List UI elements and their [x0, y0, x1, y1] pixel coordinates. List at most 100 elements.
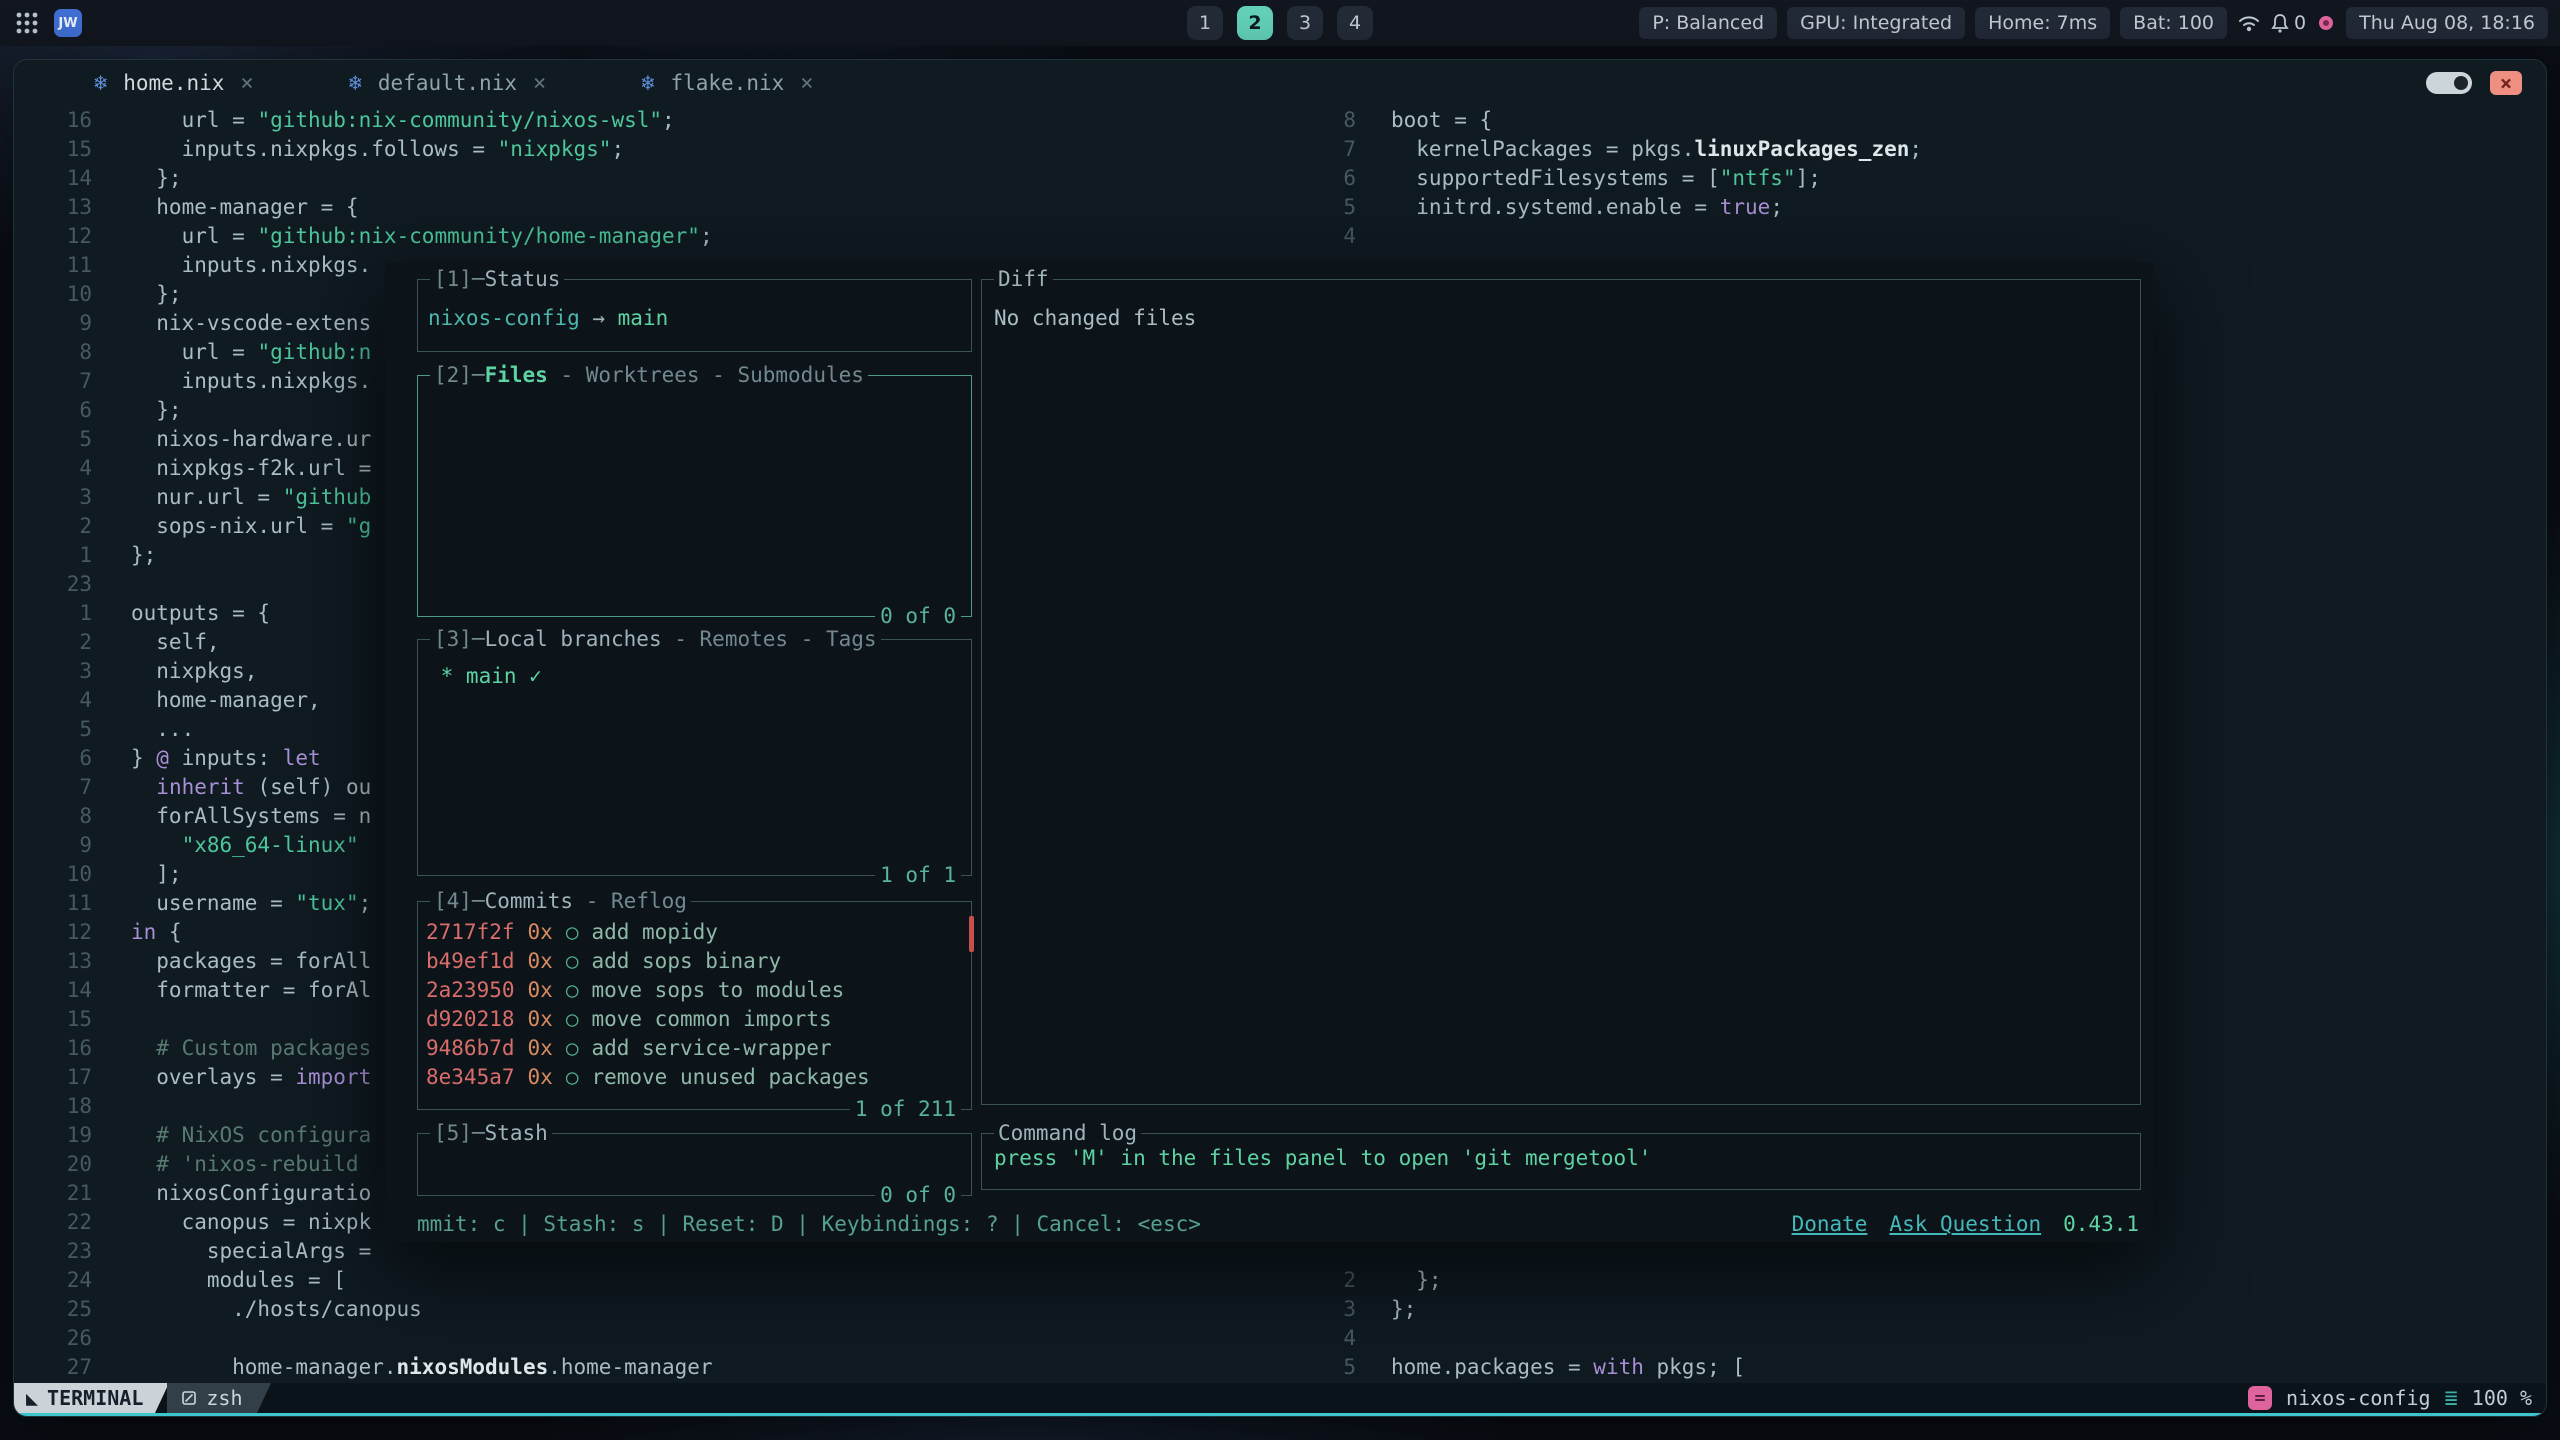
panel-tab-files[interactable]: Files: [485, 363, 548, 387]
editor-tab[interactable]: ❄flake.nix×: [641, 71, 813, 96]
commit-row[interactable]: 2a239500x○move sops to modules: [426, 976, 971, 1005]
line-number: 2: [14, 628, 92, 657]
commits-scrollbar[interactable]: [969, 916, 974, 952]
code-token: "g: [346, 514, 371, 538]
code-token: supportedFilesystems = [: [1391, 166, 1720, 190]
lazygit-status-panel[interactable]: [1]─Status nixos-config → main: [417, 279, 972, 352]
code-line[interactable]: 14 };: [14, 164, 1354, 193]
lazygit-files-panel[interactable]: [2]─Files - Worktrees - Submodules 0 of …: [417, 375, 972, 617]
commit-message: move common imports: [591, 1005, 831, 1034]
tab-label: flake.nix: [670, 71, 784, 95]
code-line[interactable]: 12 url = "github:nix-community/home-mana…: [14, 222, 1354, 251]
panel-tab-tags[interactable]: Tags: [826, 627, 877, 651]
line-number: 5: [1304, 1353, 1356, 1382]
workspace-button-4[interactable]: 4: [1337, 6, 1373, 40]
tab-close-icon[interactable]: ×: [800, 71, 813, 96]
panel-tab-commits[interactable]: Commits: [485, 889, 574, 913]
code-line[interactable]: 26: [14, 1324, 1354, 1353]
command-log-title: Command log: [994, 1119, 1141, 1148]
commit-hash: 8e345a7: [426, 1063, 515, 1092]
focused-app-badge[interactable]: JW: [54, 9, 82, 37]
commit-row[interactable]: b49ef1d0x○add sops binary: [426, 947, 971, 976]
code-line[interactable]: 27 home-manager.nixosModules.home-manage…: [14, 1353, 1354, 1382]
code-text: ...: [92, 717, 194, 741]
panel-tab-stash[interactable]: Stash: [485, 1121, 548, 1145]
code-token: inputs.nixpkgs.: [131, 253, 371, 277]
code-text: # Custom packages: [92, 1036, 371, 1060]
code-line[interactable]: 4: [1304, 1324, 2524, 1353]
line-number: 22: [14, 1208, 92, 1237]
commit-row[interactable]: 8e345a70x○remove unused packages: [426, 1063, 971, 1092]
line-number: 4: [14, 686, 92, 715]
panel-tab-remotes[interactable]: Remotes: [700, 627, 789, 651]
commit-row[interactable]: 2717f2f0x○add mopidy: [426, 918, 971, 947]
code-line[interactable]: 24 modules = [: [14, 1266, 1354, 1295]
code-line[interactable]: 5home.packages = with pkgs; [: [1304, 1353, 2524, 1382]
code-token: # 'nixos-rebuild: [131, 1152, 359, 1176]
tab-close-icon[interactable]: ×: [240, 71, 253, 96]
lazygit-stash-panel[interactable]: [5]─Stash 0 of 0: [417, 1133, 972, 1196]
tab-close-icon[interactable]: ×: [533, 71, 546, 96]
code-text: [1356, 1326, 1391, 1350]
code-token: nix-vscode-extens: [131, 311, 371, 335]
code-token: forAllSystems = n: [131, 804, 371, 828]
workspace-button-2[interactable]: 2: [1237, 6, 1273, 40]
code-text: inputs.nixpkgs.follows = "nixpkgs";: [92, 137, 624, 161]
workspace-button-1[interactable]: 1: [1187, 6, 1223, 40]
window-pin-toggle[interactable]: [2426, 72, 2472, 94]
code-text: };: [1356, 1297, 1416, 1321]
panel-tab-local-branches[interactable]: Local branches: [485, 627, 662, 651]
status-chip: Home: 7ms: [1975, 7, 2110, 39]
code-token: import: [295, 1065, 371, 1089]
code-line[interactable]: 6 supportedFilesystems = ["ntfs"];: [1304, 164, 2524, 193]
code-line[interactable]: 5 initrd.systemd.enable = true;: [1304, 193, 2524, 222]
arrow-icon: →: [580, 306, 618, 330]
commit-row[interactable]: 9486b7d0x○add service-wrapper: [426, 1034, 971, 1063]
line-number: 24: [14, 1266, 92, 1295]
code-line[interactable]: 15 inputs.nixpkgs.follows = "nixpkgs";: [14, 135, 1354, 164]
window-close-button[interactable]: ×: [2490, 71, 2522, 95]
code-text: nur.url = "github: [92, 485, 371, 509]
line-number: 4: [1304, 1324, 1356, 1353]
code-line[interactable]: 4: [1304, 222, 2524, 251]
shell-segment[interactable]: zsh: [167, 1383, 256, 1413]
lazygit-command-log-panel[interactable]: Command log press 'M' in the files panel…: [981, 1133, 2141, 1190]
lazygit-diff-panel[interactable]: Diff No changed files: [981, 279, 2141, 1105]
commit-row[interactable]: d9202180x○move common imports: [426, 1005, 971, 1034]
editor-tab[interactable]: ❄home.nix×: [94, 71, 254, 96]
panel-tab-status[interactable]: Status: [485, 267, 561, 291]
line-number: 20: [14, 1150, 92, 1179]
code-token: ;: [662, 108, 675, 132]
panel-tab-submodules[interactable]: Submodules: [737, 363, 863, 387]
panel-tab-worktrees[interactable]: Worktrees: [586, 363, 700, 387]
editor-tab[interactable]: ❄default.nix×: [349, 71, 547, 96]
panel-tab-reflog[interactable]: Reflog: [611, 889, 687, 913]
panel-tab-diff[interactable]: Diff: [998, 267, 1049, 291]
code-text: canopus = nixpk: [92, 1210, 371, 1234]
code-token: "github:nix-community/nixos-wsl": [257, 108, 662, 132]
code-line[interactable]: 16 url = "github:nix-community/nixos-wsl…: [14, 106, 1354, 135]
mode-label: TERMINAL: [47, 1386, 143, 1410]
panel-tab-command-log[interactable]: Command log: [998, 1121, 1137, 1145]
editor-pane-right[interactable]: 8boot = {7 kernelPackages = pkgs.linuxPa…: [1304, 106, 2524, 251]
code-line[interactable]: 7 kernelPackages = pkgs.linuxPackages_ze…: [1304, 135, 2524, 164]
branch-name: main: [618, 306, 669, 330]
code-token: true: [1720, 195, 1771, 219]
ask-question-link[interactable]: Ask Question: [1889, 1210, 2041, 1239]
donate-link[interactable]: Donate: [1792, 1210, 1868, 1239]
workspace-button-3[interactable]: 3: [1287, 6, 1323, 40]
code-line[interactable]: 3};: [1304, 1295, 2524, 1324]
app-launcher-icon[interactable]: [14, 10, 40, 36]
code-line[interactable]: 8boot = {: [1304, 106, 2524, 135]
network-icon[interactable]: [2237, 13, 2261, 33]
editor-pane-right-bottom[interactable]: 2 };3};45home.packages = with pkgs; [: [1304, 1266, 2524, 1382]
code-token: url =: [131, 340, 257, 364]
code-line[interactable]: 25 ./hosts/canopus: [14, 1295, 1354, 1324]
lazygit-commits-panel[interactable]: [4]─Commits - Reflog 2717f2f0x○add mopid…: [417, 901, 972, 1110]
color-picker-icon[interactable]: [2316, 13, 2336, 33]
code-line[interactable]: 13 home-manager = {: [14, 193, 1354, 222]
notifications-indicator[interactable]: 0: [2271, 12, 2306, 34]
stash-count: 0 of 0: [875, 1181, 961, 1210]
code-line[interactable]: 2 };: [1304, 1266, 2524, 1295]
lazygit-branches-panel[interactable]: [3]─Local branches - Remotes - Tags * ma…: [417, 639, 972, 876]
